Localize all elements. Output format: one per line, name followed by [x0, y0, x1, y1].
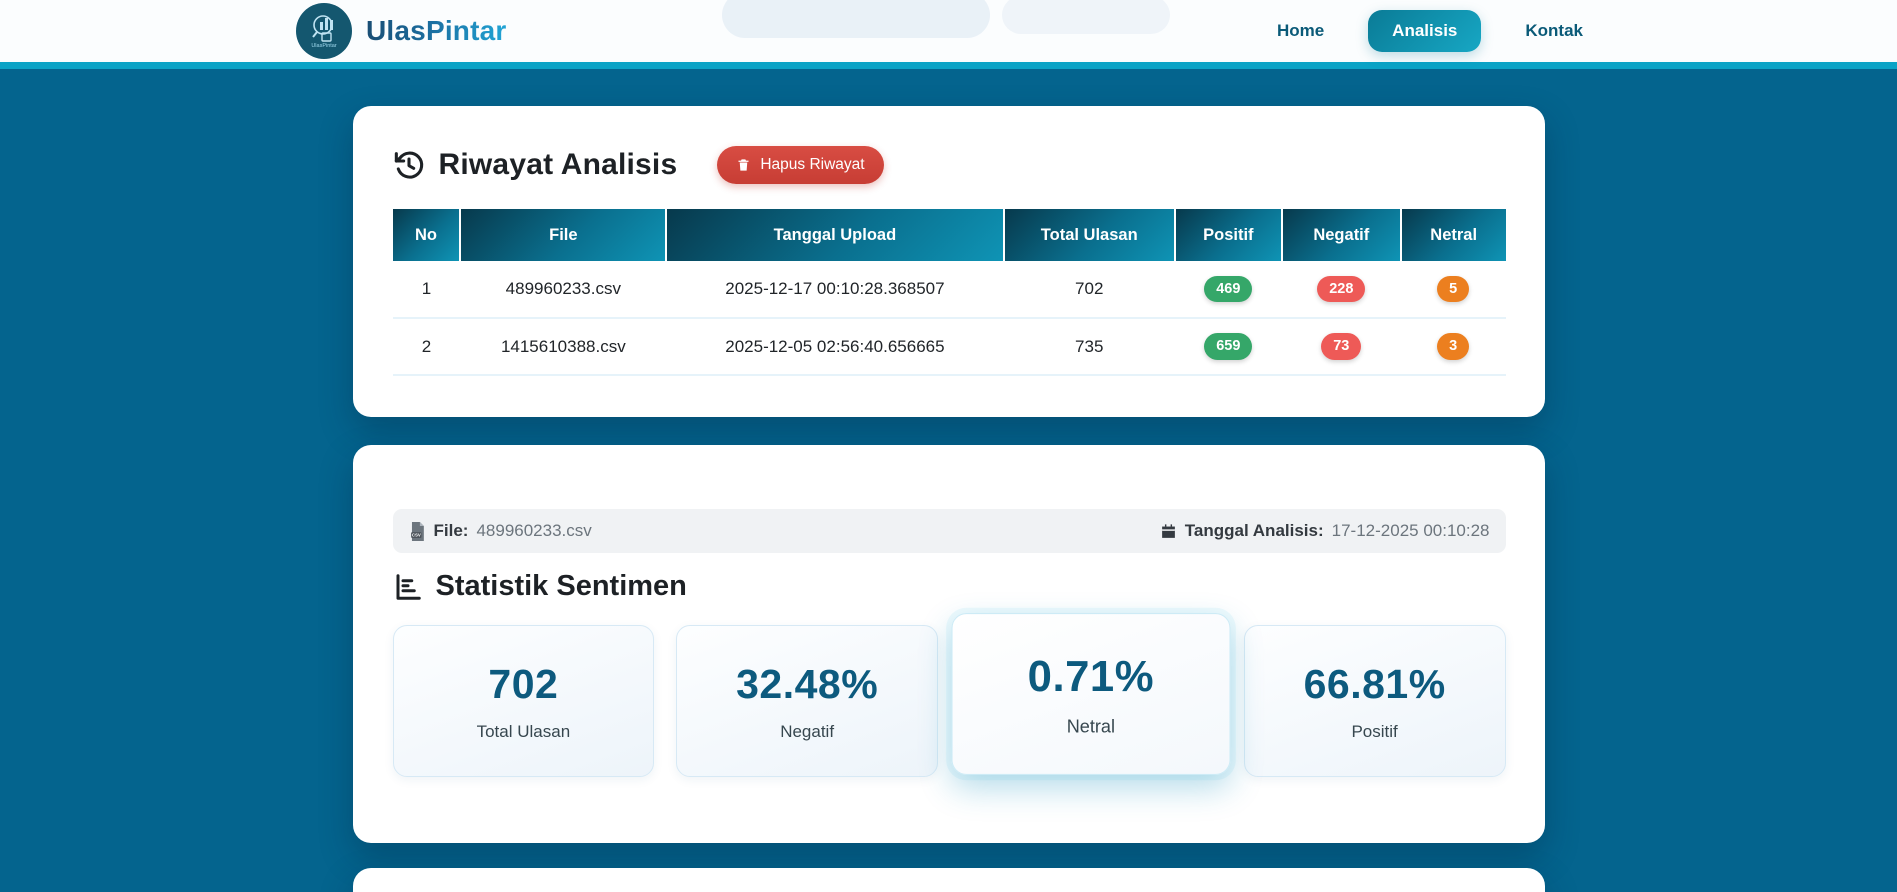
- cell-no: 2: [392, 318, 461, 376]
- nav-links: Home Analisis Kontak: [1277, 10, 1583, 52]
- cell-uploaded: 2025-12-05 02:56:40.656665: [666, 318, 1004, 376]
- file-value: 489960233.csv: [476, 521, 592, 540]
- col-header-positif: Positif: [1174, 209, 1283, 261]
- calendar-icon: [1160, 523, 1177, 540]
- stat-card-netral[interactable]: 0.71% Netral: [951, 613, 1231, 775]
- history-card: Riwayat Analisis Hapus Riwayat No File T…: [352, 106, 1545, 417]
- svg-text:CSV: CSV: [411, 532, 420, 537]
- history-icon: [393, 149, 425, 181]
- analysis-meta-bar: CSV File: 489960233.csv Tanggal Analisis…: [392, 509, 1506, 553]
- nav-item-kontak[interactable]: Kontak: [1525, 21, 1583, 41]
- navbar: UlasPintar UlasPintar Home Analisis Kont…: [0, 0, 1897, 62]
- stat-value: 702: [488, 660, 559, 707]
- analysis-card: CSV File: 489960233.csv Tanggal Analisis…: [352, 445, 1545, 843]
- stat-label: Netral: [1066, 715, 1116, 737]
- cell-no: 1: [392, 261, 461, 319]
- col-header-file: File: [460, 209, 668, 261]
- table-header-row: No File Tanggal Upload Total Ulasan Posi…: [392, 209, 1506, 261]
- stat-label: Total Ulasan: [476, 721, 571, 741]
- navbar-ghost-shape: [722, 0, 990, 38]
- positif-badge: 469: [1204, 275, 1253, 303]
- nav-item-analisis[interactable]: Analisis: [1368, 10, 1482, 52]
- negatif-badge: 228: [1317, 275, 1366, 303]
- clear-history-button[interactable]: Hapus Riwayat: [717, 146, 884, 184]
- stats-header: Statistik Sentimen: [393, 570, 1505, 603]
- accent-divider: [0, 62, 1897, 69]
- stat-card-negatif[interactable]: 32.48% Negatif: [676, 625, 938, 777]
- table-row[interactable]: 2 1415610388.csv 2025-12-05 02:56:40.656…: [392, 318, 1506, 376]
- cell-total: 735: [1003, 318, 1175, 376]
- negatif-badge: 73: [1321, 333, 1362, 360]
- bar-chart-icon: [393, 572, 423, 602]
- cell-file: 489960233.csv: [460, 261, 667, 319]
- col-header-total-ulasan: Total Ulasan: [1003, 209, 1176, 261]
- navbar-ghost-shape: [1002, 0, 1170, 34]
- brand-name: UlasPintar: [366, 15, 507, 46]
- history-table: No File Tanggal Upload Total Ulasan Posi…: [392, 209, 1506, 376]
- history-header: Riwayat Analisis Hapus Riwayat: [393, 146, 1505, 184]
- netral-badge: 3: [1437, 333, 1470, 360]
- col-header-negatif: Negatif: [1281, 209, 1402, 261]
- date-label: Tanggal Analisis:: [1184, 521, 1324, 540]
- brand-logo-icon: UlasPintar: [296, 3, 352, 59]
- clear-history-label: Hapus Riwayat: [760, 156, 865, 173]
- stats-title: Statistik Sentimen: [435, 570, 687, 602]
- cell-file: 1415610388.csv: [460, 318, 667, 376]
- stat-card-total-ulasan[interactable]: 702 Total Ulasan: [392, 625, 655, 777]
- file-label: File:: [433, 521, 469, 540]
- stats-grid: 702 Total Ulasan 32.48% Negatif 0.71% Ne…: [392, 613, 1506, 777]
- col-header-no: No: [392, 209, 462, 261]
- col-header-tanggal-upload: Tanggal Upload: [666, 209, 1005, 261]
- csv-file-icon: CSV: [409, 521, 426, 541]
- col-header-netral: Netral: [1400, 209, 1506, 261]
- date-value: 17-12-2025 00:10:28: [1331, 521, 1490, 540]
- cell-total: 702: [1003, 261, 1175, 319]
- next-card-partial: [352, 868, 1545, 892]
- trash-icon: [736, 157, 751, 173]
- stat-value: 32.48%: [736, 660, 879, 707]
- positif-badge: 659: [1204, 333, 1253, 360]
- cell-uploaded: 2025-12-17 00:10:28.368507: [666, 261, 1004, 319]
- netral-badge: 5: [1437, 275, 1470, 303]
- stat-label: Negatif: [780, 721, 835, 741]
- history-title: Riwayat Analisis: [438, 148, 678, 181]
- svg-text:UlasPintar: UlasPintar: [311, 43, 337, 49]
- date-meta: Tanggal Analisis: 17-12-2025 00:10:28: [1160, 521, 1490, 541]
- stat-value: 66.81%: [1303, 660, 1446, 707]
- stat-card-positif[interactable]: 66.81% Positif: [1243, 625, 1506, 777]
- brand[interactable]: UlasPintar UlasPintar: [296, 3, 507, 59]
- stat-label: Positif: [1351, 721, 1398, 741]
- stat-value: 0.71%: [1027, 650, 1155, 700]
- nav-item-home[interactable]: Home: [1277, 21, 1324, 41]
- file-meta: CSV File: 489960233.csv: [409, 521, 592, 541]
- table-row[interactable]: 1 489960233.csv 2025-12-17 00:10:28.3685…: [392, 261, 1506, 319]
